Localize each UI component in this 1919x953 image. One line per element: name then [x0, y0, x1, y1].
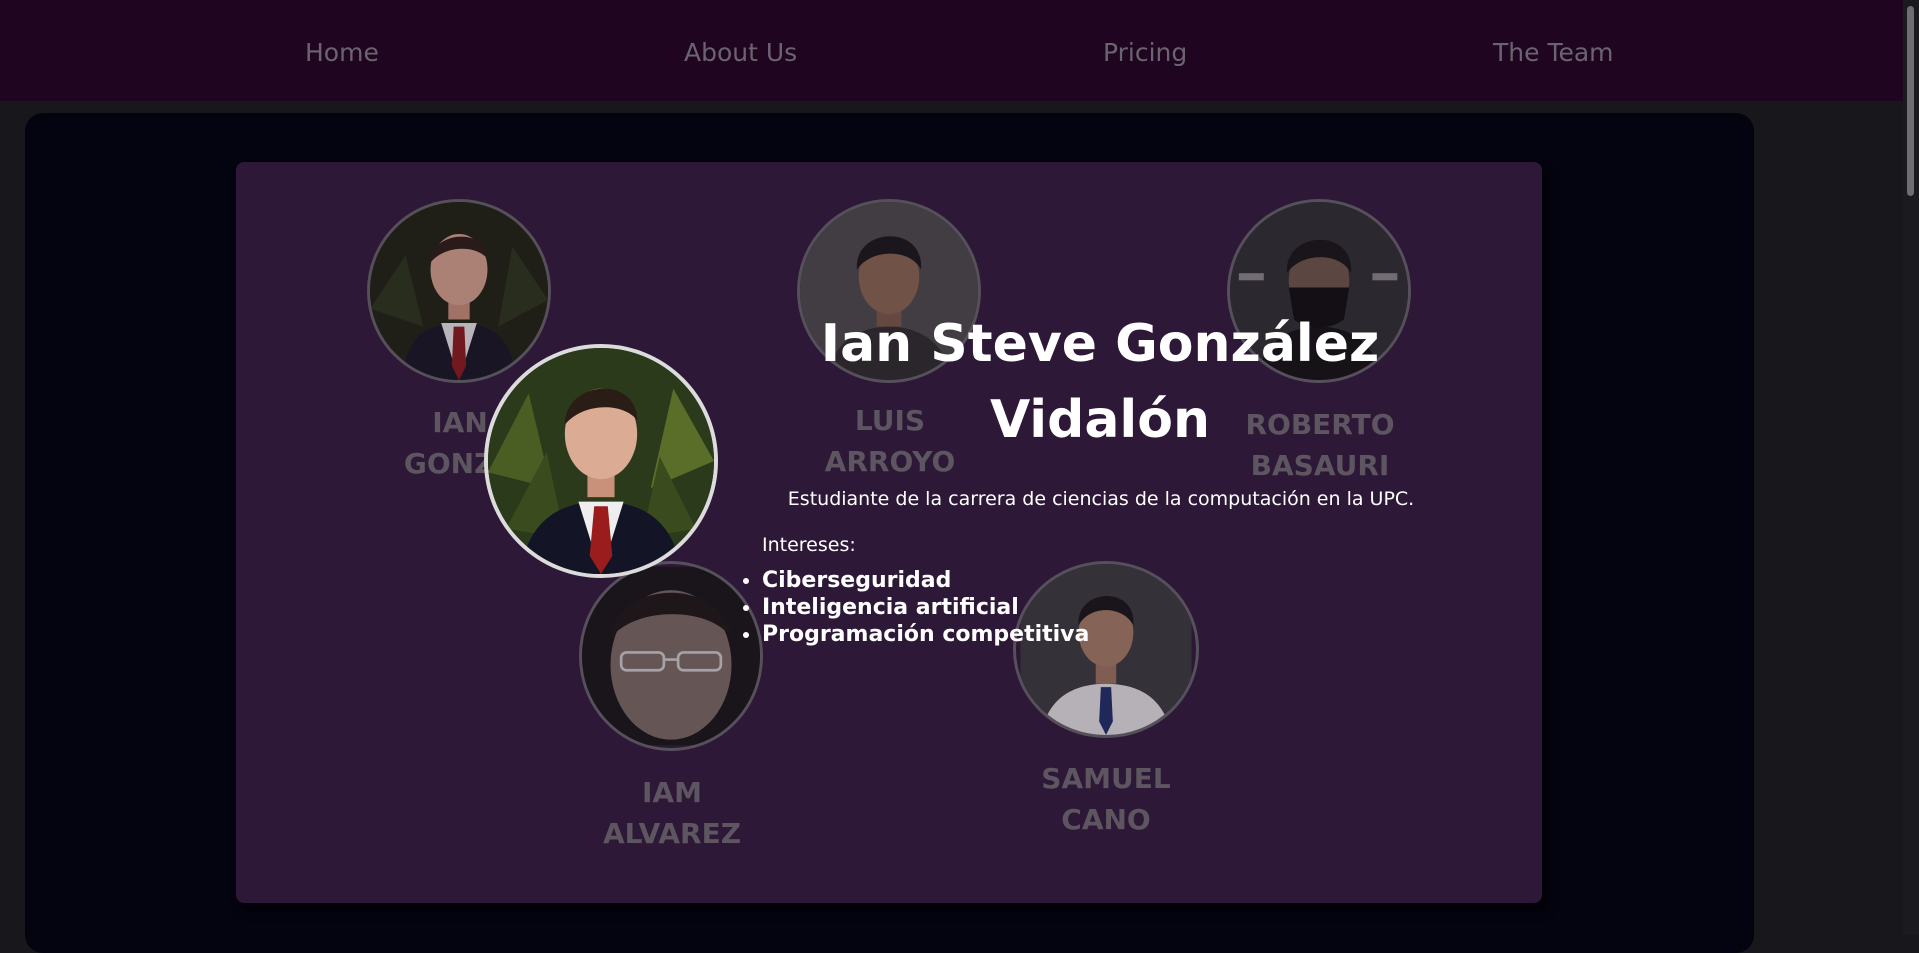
nav-pricing-link[interactable]: Pricing: [1103, 38, 1187, 67]
member-name-iam[interactable]: IAM ALVAREZ: [577, 772, 767, 854]
detail-name-line1: Ian Steve González: [820, 314, 1380, 374]
portrait-photo-ian-enlarged: [488, 348, 714, 574]
interest-item: Inteligencia artificial: [762, 594, 1089, 621]
member-name-samuel[interactable]: SAMUEL CANO: [1011, 758, 1201, 840]
detail-name-line2: Vidalón: [989, 390, 1211, 450]
member-first-name: IAM: [642, 776, 702, 809]
nav-home-link[interactable]: Home: [305, 38, 379, 67]
nav-the-team-link[interactable]: The Team: [1493, 38, 1614, 67]
portrait-photo-iam: [582, 567, 760, 745]
member-last-name: CANO: [1061, 803, 1151, 836]
member-detail-name: Ian Steve González Vidalón: [780, 306, 1420, 458]
avatar-iam-alvarez[interactable]: [579, 561, 763, 751]
active-member-avatar[interactable]: [484, 344, 718, 578]
interests-list: Ciberseguridad Inteligencia artificial P…: [738, 567, 1089, 648]
nav-about-us-link[interactable]: About Us: [684, 38, 797, 67]
page-scrollbar[interactable]: [1903, 0, 1919, 935]
member-description: Estudiante de la carrera de ciencias de …: [787, 488, 1415, 510]
scrollbar-thumb[interactable]: [1907, 6, 1914, 196]
portrait-photo-ian: [370, 202, 548, 380]
interest-item: Ciberseguridad: [762, 567, 1089, 594]
top-navbar: Home About Us Pricing The Team: [0, 0, 1903, 101]
avatar-ian-gonzalez[interactable]: [367, 199, 551, 383]
interest-item: Programación competitiva: [762, 621, 1089, 648]
interests-label: Intereses:: [762, 534, 856, 556]
member-last-name: ALVAREZ: [602, 817, 742, 850]
member-first-name: SAMUEL: [1041, 762, 1171, 795]
